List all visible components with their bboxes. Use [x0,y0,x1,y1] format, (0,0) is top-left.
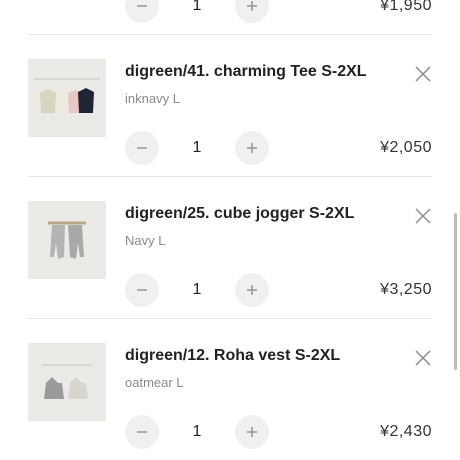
cart-item: digreen/25. cube jogger S-2XL Navy L 1 ¥… [0,177,460,319]
minus-icon [137,289,147,291]
increase-quantity-button[interactable] [235,0,269,23]
cart-item: 1 ¥1,950 [0,0,460,35]
plus-icon [247,143,257,153]
quantity-value[interactable]: 1 [180,0,214,23]
item-price: ¥1,950 [380,0,432,14]
product-variant: oatmear L [125,375,184,390]
decrease-quantity-button[interactable] [125,0,159,23]
item-price: ¥2,050 [380,139,432,156]
cart-item: digreen/41. charming Tee S-2XL inknavy L… [0,35,460,177]
product-title[interactable]: digreen/41. charming Tee S-2XL [125,63,367,81]
product-thumbnail[interactable] [28,59,106,137]
minus-icon [137,5,147,7]
product-title[interactable]: digreen/12. Roha vest S-2XL [125,347,340,365]
product-title[interactable]: digreen/25. cube jogger S-2XL [125,205,354,223]
cart-item: digreen/12. Roha vest S-2XL oatmear L 1 [0,319,460,460]
plus-icon [247,427,257,437]
quantity-value[interactable]: 1 [180,273,214,307]
remove-item-button[interactable] [413,64,433,84]
product-thumbnail[interactable] [28,343,106,421]
item-price: ¥2,430 [380,423,432,440]
product-photo-tees-icon [28,59,106,137]
minus-icon [137,431,147,433]
product-photo-joggers-icon [28,201,106,279]
quantity-value[interactable]: 1 [180,415,214,449]
product-thumbnail[interactable] [28,201,106,279]
product-photo-vests-icon [28,343,106,421]
cart-screen: 1 ¥1,950 digreen/41. charming Tee S-2XL … [0,0,460,460]
close-icon [415,208,431,224]
decrease-quantity-button[interactable] [125,273,159,307]
plus-icon [247,285,257,295]
scrollbar[interactable] [454,213,457,370]
remove-item-button[interactable] [413,206,433,226]
close-icon [415,66,431,82]
minus-icon [137,147,147,149]
increase-quantity-button[interactable] [235,273,269,307]
increase-quantity-button[interactable] [235,415,269,449]
product-variant: inknavy L [125,91,180,106]
decrease-quantity-button[interactable] [125,415,159,449]
quantity-value[interactable]: 1 [180,131,214,165]
increase-quantity-button[interactable] [235,131,269,165]
decrease-quantity-button[interactable] [125,131,159,165]
product-variant: Navy L [125,233,166,248]
cart-item-list: 1 ¥1,950 digreen/41. charming Tee S-2XL … [0,0,460,460]
remove-item-button[interactable] [413,348,433,368]
item-price: ¥3,250 [380,281,432,298]
close-icon [415,350,431,366]
plus-icon [247,1,257,11]
